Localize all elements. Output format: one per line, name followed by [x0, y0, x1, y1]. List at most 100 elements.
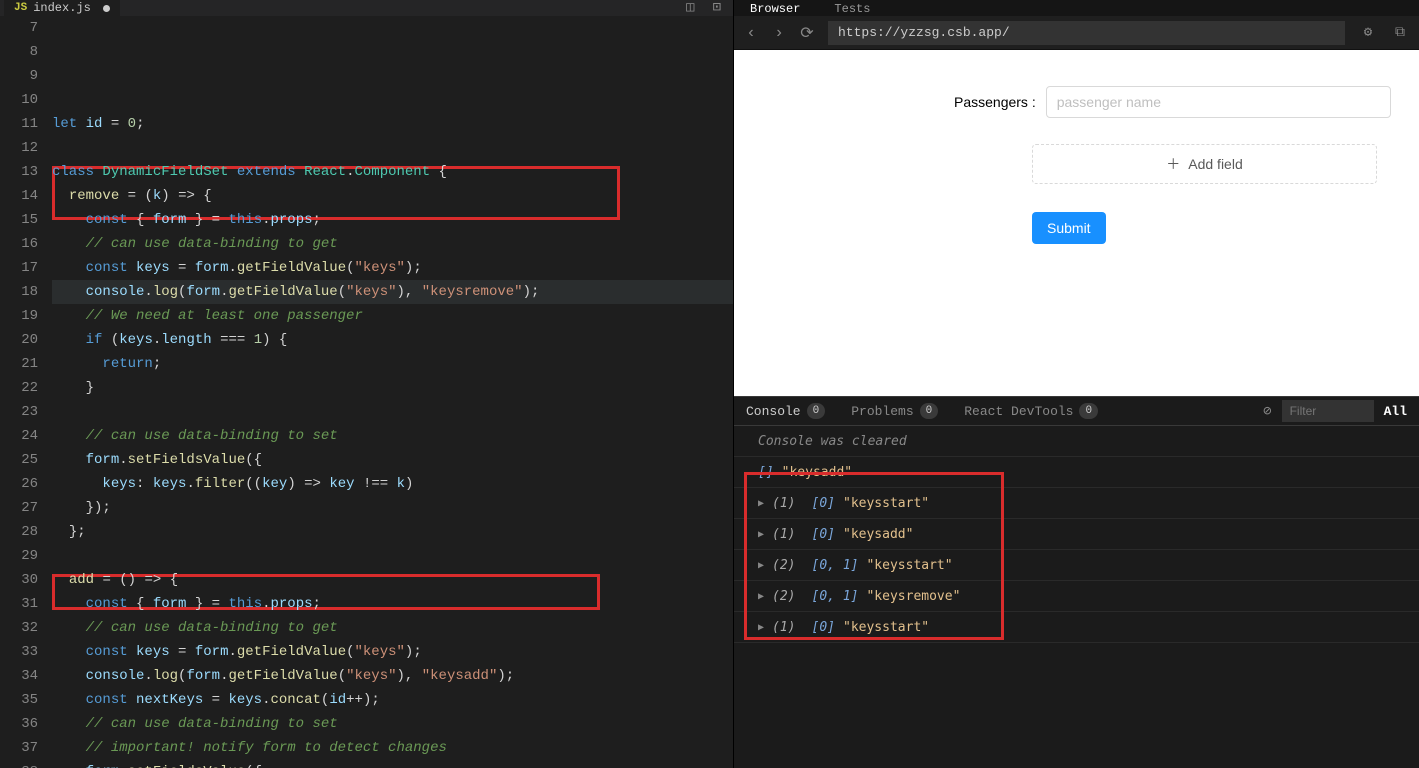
code-line[interactable]: return;	[52, 352, 733, 376]
code-editor[interactable]: 7891011121314151617181920212223242526272…	[0, 16, 733, 768]
expand-arrow-icon[interactable]: ▶	[758, 622, 764, 633]
console-log-line[interactable]: []"keysadd"	[734, 457, 1419, 488]
array-length: (2)	[772, 589, 795, 604]
line-number: 35	[0, 688, 38, 712]
line-number: 9	[0, 64, 38, 88]
passenger-name-input[interactable]	[1046, 86, 1391, 118]
array-value: []	[758, 465, 774, 480]
unsaved-dot-icon	[103, 5, 110, 12]
code-line[interactable]: const { form } = this.props;	[52, 592, 733, 616]
tab-problems[interactable]: Problems 0	[851, 403, 938, 419]
tab-tests[interactable]: Tests	[826, 2, 878, 16]
line-number: 33	[0, 640, 38, 664]
app-preview: Passengers : ＋ Add field Submit	[734, 50, 1419, 396]
console-log-line[interactable]: ▶(2) [0, 1]"keysremove"	[734, 581, 1419, 612]
code-line[interactable]	[52, 136, 733, 160]
more-actions-icon[interactable]: ⊡	[713, 0, 721, 16]
code-line[interactable]: // can use data-binding to get	[52, 232, 733, 256]
clear-console-icon[interactable]: ⊘	[1263, 403, 1271, 420]
line-number-gutter: 7891011121314151617181920212223242526272…	[0, 16, 52, 768]
code-line[interactable]: const nextKeys = keys.concat(id++);	[52, 688, 733, 712]
submit-button[interactable]: Submit	[1032, 212, 1106, 244]
line-number: 13	[0, 160, 38, 184]
line-number: 10	[0, 88, 38, 112]
code-line[interactable]: // can use data-binding to set	[52, 424, 733, 448]
code-line[interactable]: };	[52, 520, 733, 544]
console-log-line[interactable]: ▶(1) [0]"keysstart"	[734, 612, 1419, 643]
console-log-line[interactable]: ▶(2) [0, 1]"keysstart"	[734, 550, 1419, 581]
code-line[interactable]: if (keys.length === 1) {	[52, 328, 733, 352]
code-line[interactable]: form.setFieldsValue({	[52, 448, 733, 472]
console-log-line[interactable]: ▶(1) [0]"keysadd"	[734, 519, 1419, 550]
code-line[interactable]: // We need at least one passenger	[52, 304, 733, 328]
code-line[interactable]: // important! notify form to detect chan…	[52, 736, 733, 760]
code-line[interactable]: // can use data-binding to set	[52, 712, 733, 736]
code-line[interactable]: const { form } = this.props;	[52, 208, 733, 232]
tab-console[interactable]: Console 0	[746, 403, 825, 419]
file-tab-label: index.js	[33, 1, 91, 15]
settings-gear-icon[interactable]: ⚙	[1359, 24, 1377, 41]
tab-console-label: Console	[746, 404, 801, 419]
back-icon[interactable]: ‹	[744, 24, 758, 42]
code-line[interactable]: console.log(form.getFieldValue("keys"), …	[52, 280, 733, 304]
line-number: 8	[0, 40, 38, 64]
passengers-label: Passengers :	[954, 94, 1036, 110]
reload-icon[interactable]: ⟳	[800, 23, 814, 43]
passengers-row: Passengers :	[954, 86, 1419, 118]
tab-react-devtools[interactable]: React DevTools 0	[964, 403, 1098, 419]
line-number: 36	[0, 712, 38, 736]
code-line[interactable]: let id = 0;	[52, 112, 733, 136]
log-string: "keysstart"	[843, 620, 929, 635]
editor-tab-bar: JS index.js ◫ ⊡	[0, 0, 733, 16]
code-line[interactable]: form.setFieldsValue({	[52, 760, 733, 768]
url-input[interactable]	[828, 21, 1345, 45]
right-pane: Browser Tests ‹ › ⟳ ⚙ ⧉ Passengers : ＋ A…	[733, 0, 1419, 768]
code-line[interactable]: // can use data-binding to get	[52, 616, 733, 640]
tab-browser[interactable]: Browser	[742, 2, 808, 16]
expand-arrow-icon[interactable]: ▶	[758, 591, 764, 602]
log-level-select[interactable]: All	[1384, 404, 1407, 419]
code-line[interactable]: const keys = form.getFieldValue("keys");	[52, 256, 733, 280]
array-length: (1)	[772, 527, 795, 542]
array-value: [0, 1]	[812, 589, 859, 604]
line-number: 26	[0, 472, 38, 496]
tab-react-label: React DevTools	[964, 404, 1073, 419]
line-number: 15	[0, 208, 38, 232]
array-length: (1)	[772, 496, 795, 511]
code-line[interactable]: }	[52, 376, 733, 400]
code-line[interactable]	[52, 400, 733, 424]
line-number: 30	[0, 568, 38, 592]
code-line[interactable]: remove = (k) => {	[52, 184, 733, 208]
code-body[interactable]: let id = 0; class DynamicFieldSet extends…	[52, 16, 733, 768]
open-external-icon[interactable]: ⧉	[1391, 25, 1409, 41]
code-line[interactable]: const keys = form.getFieldValue("keys");	[52, 640, 733, 664]
array-value: [0]	[812, 496, 835, 511]
line-number: 32	[0, 616, 38, 640]
expand-arrow-icon[interactable]: ▶	[758, 560, 764, 571]
array-value: [0]	[812, 620, 835, 635]
console-count-badge: 0	[807, 403, 826, 419]
console-cleared-msg: Console was cleared	[734, 426, 1419, 457]
split-editor-icon[interactable]: ◫	[686, 0, 694, 16]
code-line[interactable]: console.log(form.getFieldValue("keys"), …	[52, 664, 733, 688]
code-line[interactable]	[52, 544, 733, 568]
forward-icon[interactable]: ›	[772, 24, 786, 42]
line-number: 31	[0, 592, 38, 616]
line-number: 14	[0, 184, 38, 208]
address-bar: ‹ › ⟳ ⚙ ⧉	[734, 16, 1419, 50]
code-line[interactable]: add = () => {	[52, 568, 733, 592]
code-line[interactable]: class DynamicFieldSet extends React.Comp…	[52, 160, 733, 184]
console-log-line[interactable]: ▶(1) [0]"keysstart"	[734, 488, 1419, 519]
code-line[interactable]: });	[52, 496, 733, 520]
file-tab[interactable]: JS index.js	[4, 0, 120, 16]
add-field-button[interactable]: ＋ Add field	[1032, 144, 1377, 184]
line-number: 34	[0, 664, 38, 688]
expand-arrow-icon[interactable]: ▶	[758, 529, 764, 540]
react-count-badge: 0	[1079, 403, 1098, 419]
line-number: 38	[0, 760, 38, 768]
code-line[interactable]: keys: keys.filter((key) => key !== k)	[52, 472, 733, 496]
js-file-icon: JS	[14, 2, 27, 14]
console-output[interactable]: Console was cleared []"keysadd" ▶ (1) [0] "…	[734, 426, 1419, 768]
expand-arrow-icon[interactable]: ▶	[758, 498, 764, 509]
console-filter-input[interactable]	[1282, 400, 1374, 422]
